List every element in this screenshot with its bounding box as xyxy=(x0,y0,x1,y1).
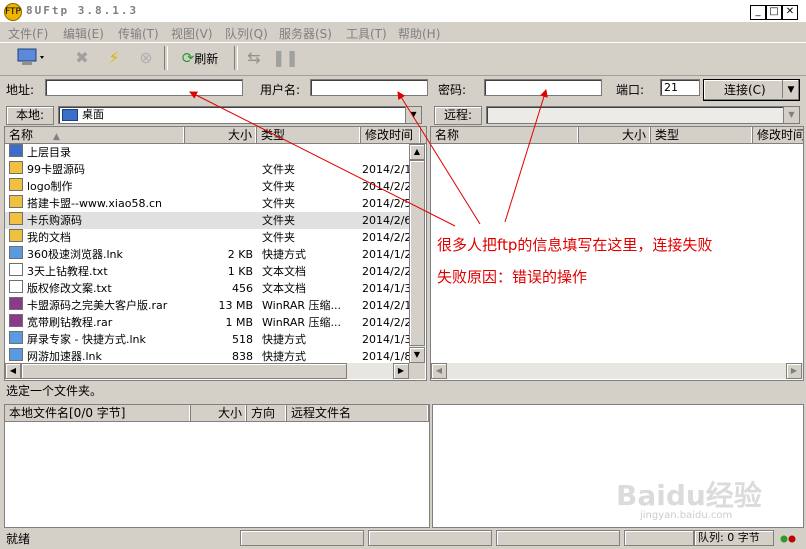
annotation-arrows xyxy=(189,89,548,227)
annotation-line-2: 失败原因：错误的操作 xyxy=(437,268,588,286)
arrow-to-address xyxy=(189,91,456,227)
annotation-line-1: 很多人把ftp的信息填写在这里，连接失败 xyxy=(437,236,713,254)
arrow-to-password xyxy=(504,89,548,223)
arrow-to-username xyxy=(397,91,481,225)
